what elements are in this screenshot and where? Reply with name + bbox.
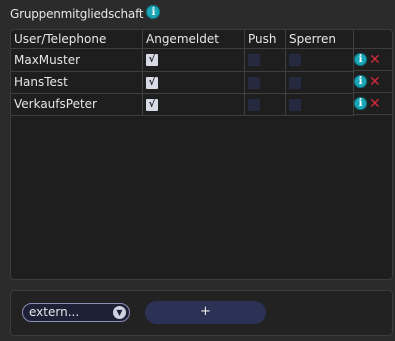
- row-actions: i ✕: [354, 49, 392, 71]
- membership-table: User/Telephone Angemeldet Push Sperren M…: [11, 30, 392, 116]
- row-actions: i ✕: [354, 93, 392, 115]
- column-header-actions: [353, 30, 392, 49]
- user-name: VerkaufsPeter: [11, 93, 143, 116]
- row-actions: i ✕: [354, 71, 392, 93]
- table-header-row: User/Telephone Angemeldet Push Sperren: [11, 30, 392, 49]
- type-select-value: extern...: [29, 305, 80, 319]
- delete-icon[interactable]: ✕: [369, 53, 381, 67]
- sperren-checkbox[interactable]: [289, 76, 301, 89]
- delete-icon[interactable]: ✕: [369, 75, 381, 89]
- push-checkbox[interactable]: [248, 98, 260, 111]
- info-icon[interactable]: i: [354, 75, 367, 88]
- info-icon[interactable]: i: [146, 5, 161, 19]
- type-select[interactable]: extern... ▼: [22, 303, 130, 322]
- add-member-bar: extern... ▼ +: [10, 290, 393, 336]
- push-checkbox[interactable]: [248, 54, 260, 67]
- sperren-checkbox[interactable]: [289, 98, 301, 111]
- section-title-text: Gruppenmitgliedschaft: [10, 7, 144, 21]
- column-header-user: User/Telephone: [11, 30, 143, 49]
- angemeldet-checkbox[interactable]: √: [146, 54, 158, 67]
- section-title: Gruppenmitgliedschaft i: [10, 5, 161, 21]
- column-header-sperren: Sperren: [285, 30, 354, 49]
- table-row: MaxMuster √ i ✕: [11, 48, 392, 72]
- table-row: VerkaufsPeter √ i ✕: [11, 93, 392, 116]
- add-button[interactable]: +: [145, 301, 266, 324]
- column-header-angemeldet: Angemeldet: [142, 30, 245, 49]
- info-icon[interactable]: i: [354, 97, 367, 110]
- table-row: HansTest √ i ✕: [11, 71, 392, 94]
- delete-icon[interactable]: ✕: [369, 97, 381, 111]
- chevron-down-icon: ▼: [113, 306, 126, 319]
- user-name: MaxMuster: [11, 48, 143, 72]
- sperren-checkbox[interactable]: [289, 54, 301, 67]
- user-name: HansTest: [11, 71, 143, 94]
- angemeldet-checkbox[interactable]: √: [146, 98, 158, 111]
- push-checkbox[interactable]: [248, 76, 260, 89]
- angemeldet-checkbox[interactable]: √: [146, 76, 158, 89]
- column-header-push: Push: [244, 30, 286, 49]
- membership-table-panel: User/Telephone Angemeldet Push Sperren M…: [10, 29, 393, 280]
- info-icon[interactable]: i: [354, 53, 367, 66]
